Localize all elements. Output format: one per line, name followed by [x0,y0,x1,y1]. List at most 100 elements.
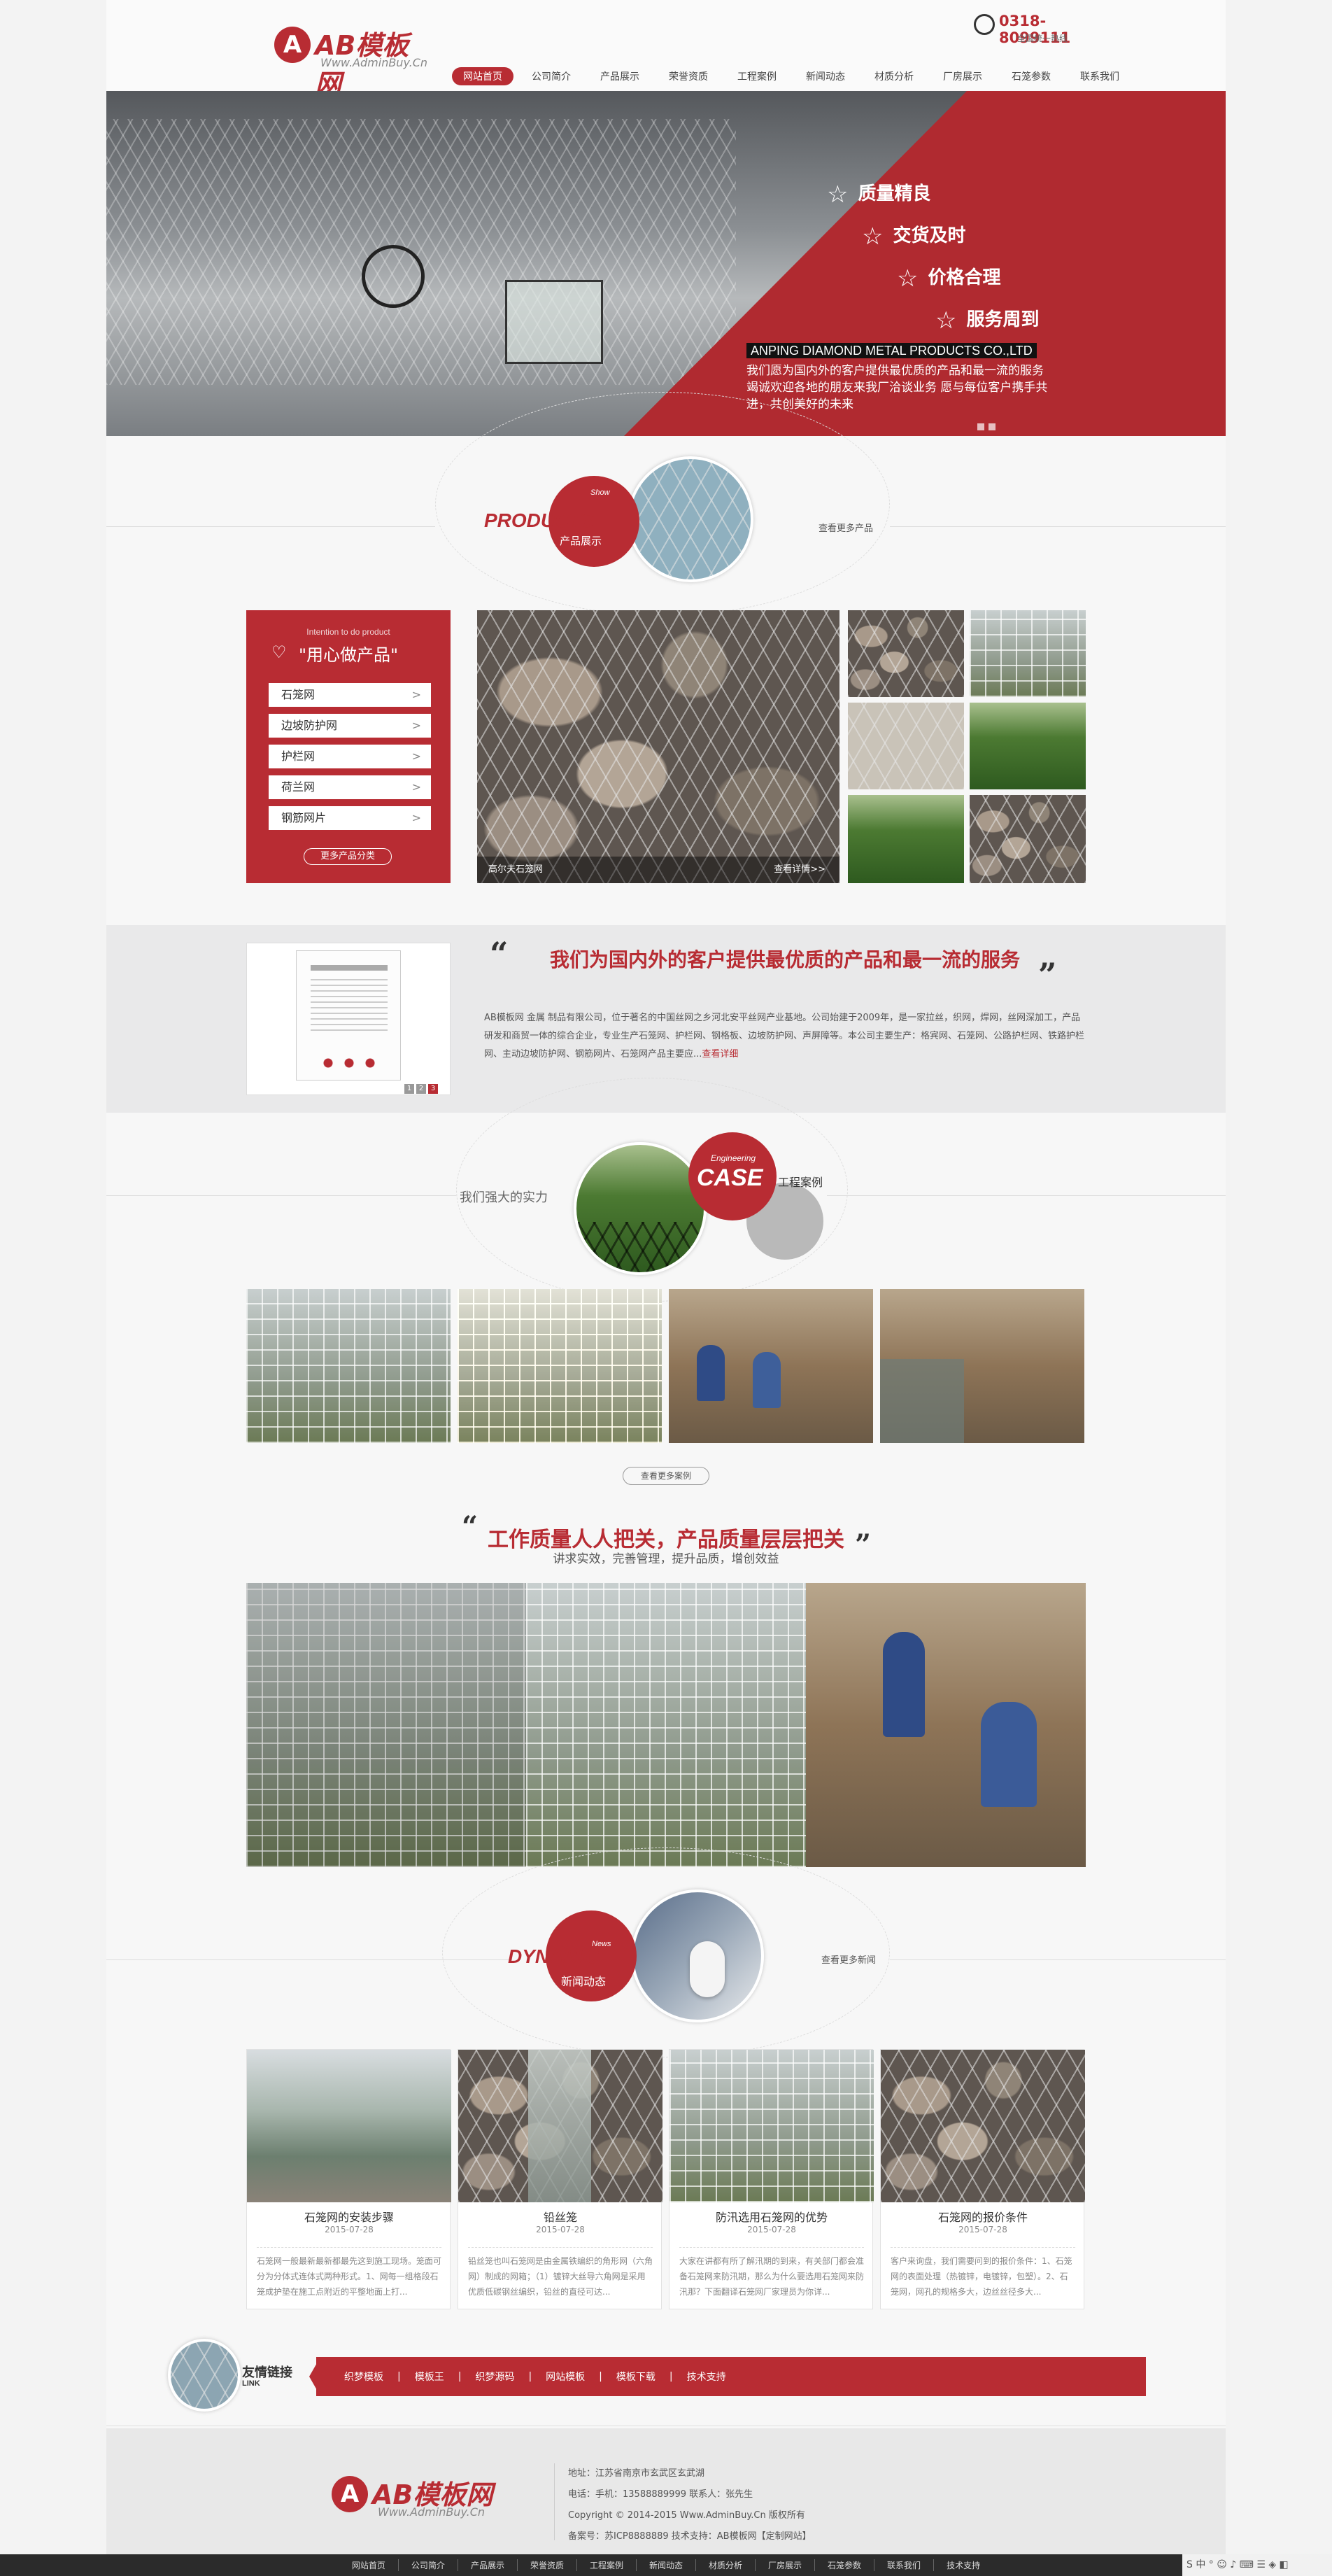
footer-icp: 备案号：苏ICP8888889 技术支持：AB模板网【定制网站】 [568,2531,812,2542]
nav-materials[interactable]: 材质分析 [863,67,925,85]
star-icon: ☆ [827,180,849,209]
product-thumb[interactable] [848,610,964,697]
about-text: AB模板网 金属 制品有限公司，位于著名的中国丝网之乡河北安平丝网产业基地。公司… [484,1013,1085,1060]
link-item[interactable]: 织梦模板 [344,2370,383,2384]
ime-toolbar[interactable]: S 中 ° ☺ ♪ ⌨ ☰ ◈ ◧ [1182,2554,1332,2576]
product-main-image[interactable]: 高尔夫石笼网 查看详情>> [477,610,839,883]
case-image[interactable] [880,1289,1084,1443]
bottom-nav-item[interactable]: 材质分析 [696,2559,756,2571]
banner-ring [362,245,425,308]
nav-news[interactable]: 新闻动态 [795,67,856,85]
product-thumb[interactable] [970,795,1086,883]
bottom-nav-item[interactable]: 新闻动态 [637,2559,696,2571]
link-item[interactable]: 模板下载 [616,2370,656,2384]
news-title-en: DYNAMIC [508,1945,600,1967]
header: A AB模板网 Www.AdminBuy.Cn 0318-8099111 全国统… [106,0,1226,99]
banner-company: ANPING DIAMOND METAL PRODUCTS CO.,LTD [746,343,1037,358]
news-card[interactable]: 铅丝笼 2015-07-28 铅丝笼也叫石笼网是由金属铁编织的角形网（六角网）制… [458,2049,663,2309]
star-icon: ☆ [897,264,919,293]
product-categories: Intention to do product ♡ "用心做产品" 石笼网 > 边… [246,610,451,883]
case-image[interactable] [458,1289,662,1443]
more-categories-button[interactable]: 更多产品分类 [304,848,392,865]
bottom-nav-item[interactable]: 公司简介 [399,2559,458,2571]
news-more-link[interactable]: 查看更多新闻 [821,1952,876,1966]
link-item[interactable]: 网站模板 [546,2370,585,2384]
pager-1[interactable]: 1 [404,1084,414,1094]
product-thumb[interactable] [848,703,964,789]
bottom-nav-item[interactable]: 产品展示 [458,2559,518,2571]
news-image [247,2050,451,2202]
case-title-cn: 工程案例 [778,1176,823,1189]
divider-right [827,1195,1226,1196]
news-date: 2015-07-28 [747,2225,796,2234]
footer-contact: 电话：手机：13588889999 联系人：张先生 [568,2489,753,2500]
friend-links: 织梦模板 | 模板王 | 织梦源码 | 网站模板 | 模板下载 | 技术支持 [316,2357,1146,2396]
nav-contact[interactable]: 联系我们 [1069,67,1131,85]
divider-left [106,1195,456,1196]
links-title-en: LINK [242,2379,260,2388]
pager-2[interactable]: 2 [416,1084,426,1094]
category-fence[interactable]: 护栏网 > [269,745,431,768]
slider-dot[interactable] [989,423,996,430]
nav-factory[interactable]: 厂房展示 [932,67,993,85]
products-more-link[interactable]: 查看更多产品 [819,521,873,534]
bottom-nav-item[interactable]: 网站首页 [339,2559,399,2571]
logo[interactable]: A AB模板网 Www.AdminBuy.Cn [274,21,435,99]
link-item[interactable]: 织梦源码 [475,2370,514,2384]
star-icon: ☆ [862,222,884,251]
chevron-right-icon: > [411,749,421,763]
side-subtitle: Intention to do product [306,627,390,637]
chevron-right-icon: > [411,780,421,794]
news-image [458,2050,663,2202]
news-card[interactable]: 石笼网的安装步骤 2015-07-28 石笼网一般最新最新都最先这到施工现场。笼… [246,2049,451,2309]
slider-dot[interactable] [977,423,984,430]
bottom-nav: 网站首页 公司简介 产品展示 荣誉资质 工程案例 新闻动态 材质分析 厂房展示 … [0,2554,1332,2576]
category-gabion[interactable]: 石笼网 > [269,683,431,707]
case-image[interactable] [246,1289,451,1443]
news-title[interactable]: 石笼网的报价条件 [881,2208,1085,2225]
certificate-slider[interactable]: 123 [246,943,451,1095]
link-item[interactable]: 模板王 [415,2370,444,2384]
hotline: 0318-8099111 全国统一热线 [974,11,1100,46]
news-title[interactable]: 铅丝笼 [458,2208,663,2225]
link-item[interactable]: 技术支持 [687,2370,726,2384]
banner-mesh-texture [106,119,736,385]
bottom-nav-item[interactable]: 技术支持 [934,2559,993,2571]
case-image[interactable] [669,1289,873,1443]
nav-home[interactable]: 网站首页 [452,67,513,85]
category-holland[interactable]: 荷兰网 > [269,775,431,799]
feature-delivery: ☆ 交货及时 [862,222,966,251]
chevron-right-icon: > [411,811,421,824]
case-photo-circle [574,1142,707,1275]
product-detail-link[interactable]: 查看详情>> [774,857,826,883]
bottom-nav-item[interactable]: 工程案例 [577,2559,637,2571]
bottom-nav-item[interactable]: 联系我们 [874,2559,935,2571]
hero-banner[interactable]: ☆ 质量精良 ☆ 交货及时 ☆ 价格合理 ☆ 服务周到 ANPING DIAMOND M… [106,91,1226,436]
news-title[interactable]: 防汛选用石笼网的优势 [669,2208,874,2225]
more-cases-button[interactable]: 查看更多案例 [623,1467,709,1485]
product-thumb[interactable] [970,610,1086,697]
news-card[interactable]: 防汛选用石笼网的优势 2015-07-28 大家在讲都有所了解汛期的到来，有关部… [669,2049,874,2309]
nav-products[interactable]: 产品展示 [589,67,651,85]
certificate-pager: 123 [404,1080,440,1094]
about-more-link[interactable]: 查看详细 [702,1049,738,1060]
products-photo-circle [628,456,753,582]
bottom-nav-item[interactable]: 石笼参数 [815,2559,875,2571]
nav-honors[interactable]: 荣誉资质 [658,67,719,85]
bottom-nav-item[interactable]: 厂房展示 [756,2559,816,2571]
category-slope[interactable]: 边坡防护网 > [269,714,431,738]
product-thumb[interactable] [848,795,964,883]
news-title[interactable]: 石笼网的安装步骤 [247,2208,451,2225]
footer-logo[interactable]: A AB模板网 Www.AdminBuy.Cn [332,2470,499,2519]
pager-3[interactable]: 3 [428,1084,438,1094]
nav-about[interactable]: 公司简介 [520,67,582,85]
category-rebar[interactable]: 钢筋网片 > [269,806,431,830]
star-icon: ☆ [935,306,957,335]
nav-cases[interactable]: 工程案例 [726,67,788,85]
news-card[interactable]: 石笼网的报价条件 2015-07-28 客户来询盘，我们需要问到的报价条件：1、… [880,2049,1085,2309]
news-date: 2015-07-28 [325,2225,374,2234]
product-thumb[interactable] [970,703,1086,789]
nav-params[interactable]: 石笼参数 [1000,67,1062,85]
bottom-nav-item[interactable]: 荣誉资质 [518,2559,577,2571]
products-title-en: PRODUCTS [484,509,595,531]
